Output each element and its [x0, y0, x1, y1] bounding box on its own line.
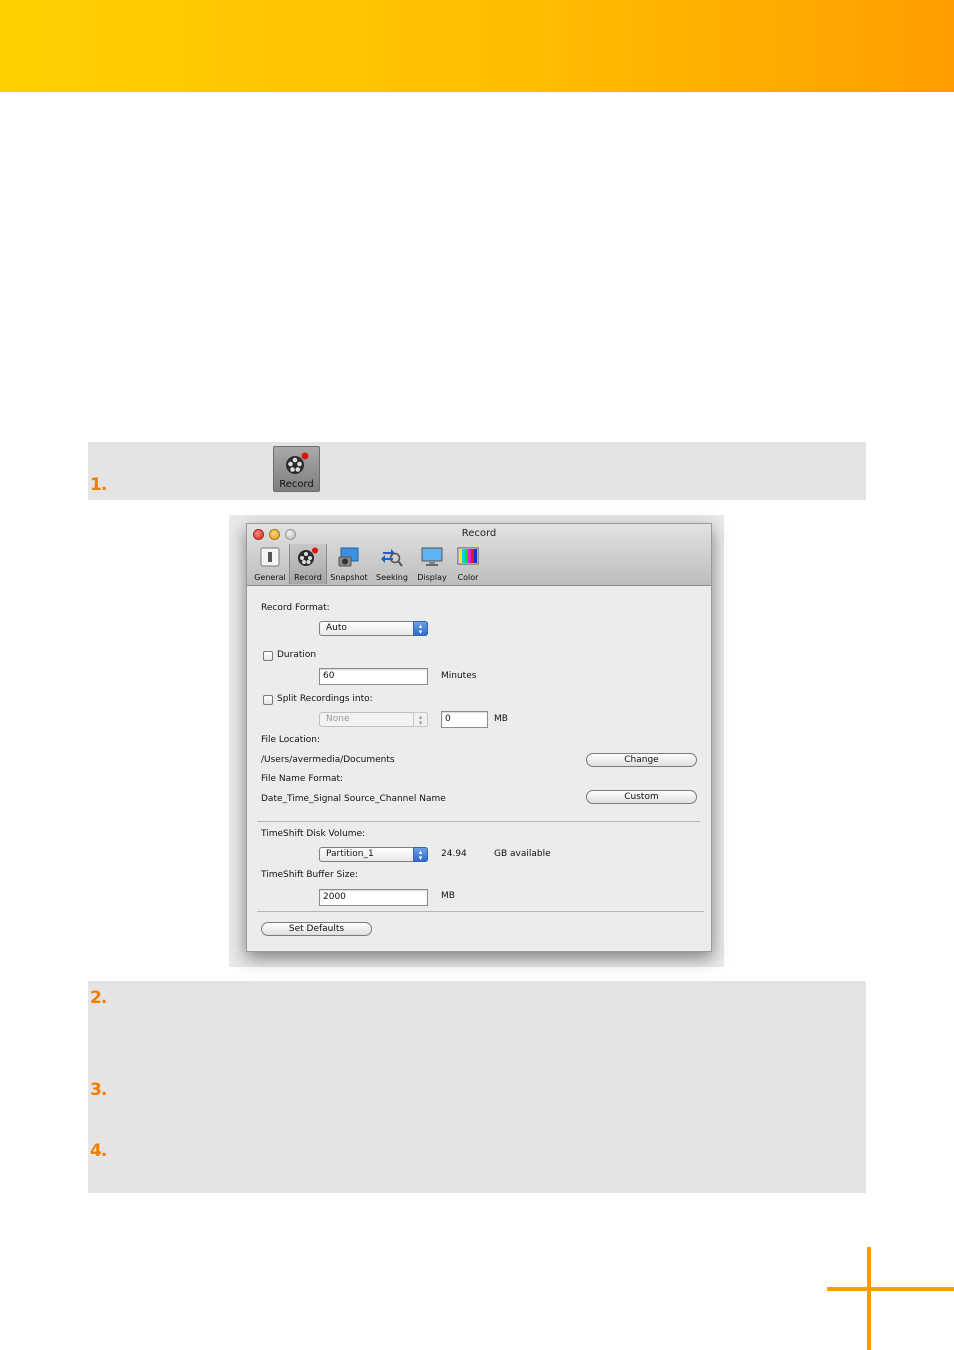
- toolbar-snapshot[interactable]: Snapshot: [328, 544, 370, 584]
- toolbar-display[interactable]: Display: [414, 544, 450, 584]
- buffer-size-label: TimeShift Buffer Size:: [261, 870, 359, 880]
- step-1-number: 1.: [90, 475, 107, 495]
- duration-label: Duration: [277, 650, 317, 660]
- section-divider: [257, 821, 700, 822]
- seek-magnifier-icon: [381, 549, 403, 567]
- switch-icon: [260, 547, 280, 567]
- footer-divider: [257, 911, 704, 912]
- record-preferences-window: Record General Record Snapshot Seeking D…: [246, 523, 712, 952]
- camera-icon: [338, 547, 359, 567]
- window-titlebar: Record General Record Snapshot Seeking D…: [247, 524, 711, 586]
- file-name-format-label: File Name Format:: [261, 774, 344, 784]
- buffer-size-unit: MB: [441, 891, 455, 901]
- split-recordings-label: Split Recordings into:: [277, 694, 373, 704]
- timeshift-volume-value: Partition_1: [326, 849, 374, 859]
- record-tab-button[interactable]: Record: [273, 446, 320, 492]
- film-reel-icon: [298, 547, 318, 566]
- steps-2-4-box: [88, 981, 866, 1193]
- custom-format-button[interactable]: Custom: [586, 790, 697, 804]
- toolbar-general-label: General: [254, 573, 286, 582]
- select-arrows-icon: ▴ ▾: [413, 621, 428, 636]
- file-location-value: /Users/avermedia/Documents: [261, 755, 395, 765]
- toolbar-display-label: Display: [417, 573, 447, 582]
- duration-input[interactable]: 60: [319, 668, 428, 685]
- step-1-box: [88, 442, 866, 500]
- duration-checkbox[interactable]: [263, 651, 273, 661]
- toolbar-seeking-label: Seeking: [376, 573, 408, 582]
- duration-unit: Minutes: [441, 671, 477, 681]
- change-location-button[interactable]: Change: [586, 753, 697, 767]
- window-title: Record: [461, 528, 497, 539]
- split-mode-value: None: [326, 714, 350, 724]
- toolbar-record[interactable]: Record: [289, 544, 327, 584]
- toolbar-general[interactable]: General: [252, 544, 288, 584]
- color-bars-icon: [457, 547, 479, 565]
- toolbar-snapshot-label: Snapshot: [330, 573, 368, 582]
- step-2-number: 2.: [90, 988, 107, 1008]
- timeshift-volume-select[interactable]: Partition_1 ▴ ▾: [319, 847, 428, 862]
- available-space-value: 24.94: [441, 849, 467, 859]
- toolbar-color[interactable]: Color: [452, 544, 484, 584]
- monitor-icon: [421, 547, 443, 566]
- buffer-size-input[interactable]: 2000: [319, 889, 428, 906]
- select-arrows-icon: ▴ ▾: [413, 712, 428, 727]
- record-format-value: Auto: [326, 623, 347, 633]
- split-recordings-checkbox[interactable]: [263, 695, 273, 705]
- step-3-number: 3.: [90, 1080, 107, 1100]
- header-banner: [0, 0, 954, 92]
- corner-cross-vertical: [867, 1247, 871, 1350]
- select-arrows-icon: ▴ ▾: [413, 847, 428, 862]
- record-tab-label: Record: [279, 479, 314, 490]
- available-space-unit: GB available: [494, 849, 551, 859]
- step-4-number: 4.: [90, 1141, 107, 1161]
- split-mode-select[interactable]: None ▴ ▾: [319, 712, 428, 727]
- toolbar-color-label: Color: [457, 573, 479, 582]
- split-size-unit: MB: [494, 714, 508, 724]
- record-format-select[interactable]: Auto ▴ ▾: [319, 621, 428, 636]
- split-size-input[interactable]: 0: [441, 711, 488, 728]
- corner-cross-horizontal: [827, 1287, 954, 1291]
- film-reel-icon: [286, 452, 309, 474]
- set-defaults-button[interactable]: Set Defaults: [261, 922, 372, 936]
- record-format-label: Record Format:: [261, 603, 330, 613]
- timeshift-volume-label: TimeShift Disk Volume:: [261, 829, 366, 839]
- toolbar-record-label: Record: [294, 573, 322, 582]
- file-name-format-value: Date_Time_Signal Source_Channel Name: [261, 794, 446, 804]
- toolbar-seeking[interactable]: Seeking: [373, 544, 411, 584]
- file-location-label: File Location:: [261, 735, 321, 745]
